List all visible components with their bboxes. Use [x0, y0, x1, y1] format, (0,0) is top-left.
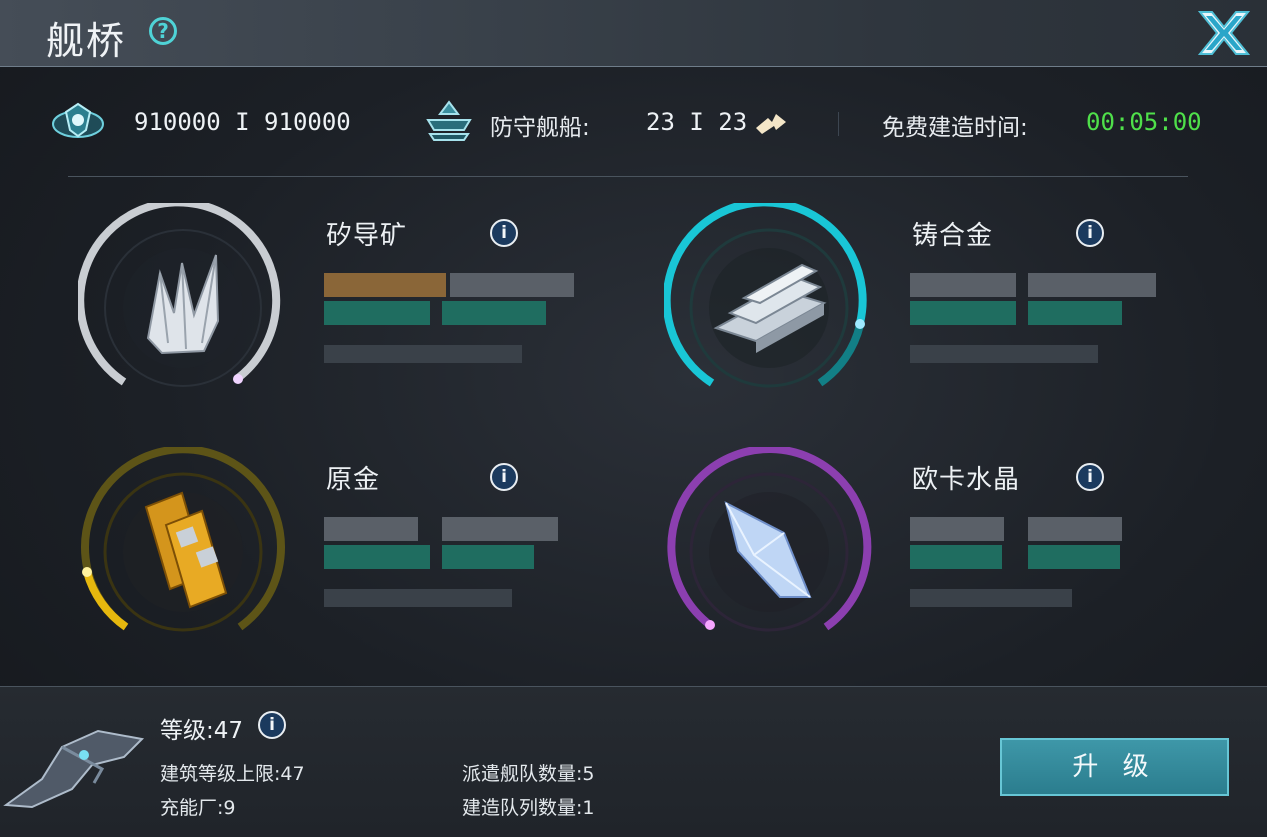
blurred-resource-info [324, 517, 594, 617]
arrow-right-icon[interactable] [754, 108, 788, 136]
building-level: 等级:47 [160, 718, 244, 744]
resource-name: 铸合金 [912, 221, 994, 251]
header-bar: 舰桥 ? [0, 0, 1267, 67]
footer-panel: 等级:47 i 建筑等级上限:47 派遣舰队数量:5 充能厂:9 建造队列数量:… [0, 686, 1267, 837]
defense-value: 23 I 23 [646, 108, 748, 136]
defense-label: 防守舰船: [490, 115, 590, 141]
crystal-progress-ring [667, 447, 872, 632]
building-cap: 建筑等级上限:47 [160, 763, 305, 785]
resource-name: 矽导矿 [326, 221, 408, 251]
resource-name: 原金 [326, 465, 381, 495]
close-x-icon [1197, 11, 1251, 55]
info-icon[interactable]: i [1076, 463, 1104, 491]
resource-card-ore: 矽导矿 i [78, 203, 638, 433]
free-build-timer: 00:05:00 [1086, 108, 1202, 136]
resource-card-crystal: 欧卡水晶 i [664, 447, 1224, 677]
free-build-label: 免费建造时间: [882, 115, 1028, 141]
ore-progress-ring [78, 203, 281, 387]
info-icon[interactable]: i [490, 219, 518, 247]
gold-progress-ring [81, 447, 285, 632]
page-title: 舰桥 [46, 19, 127, 63]
section-divider [68, 176, 1188, 177]
charge-factory: 充能厂:9 [160, 797, 236, 819]
blurred-resource-info [324, 273, 594, 373]
dispatch-fleets: 派遣舰队数量:5 [462, 763, 595, 785]
blurred-resource-info [910, 517, 1180, 617]
build-queue: 建造队列数量:1 [462, 797, 595, 819]
resource-card-gold: 原金 i [78, 447, 638, 677]
question-circle-icon[interactable]: ? [149, 17, 177, 45]
capacity-value: 910000 I 910000 [134, 108, 351, 136]
info-icon[interactable]: i [1076, 219, 1104, 247]
shield-emblem-icon [52, 102, 104, 138]
alloy-progress-ring [664, 203, 867, 388]
resource-card-alloy: 铸合金 i [664, 203, 1224, 433]
close-button[interactable] [1197, 10, 1251, 56]
info-icon[interactable]: i [490, 463, 518, 491]
defense-ship-icon [426, 100, 472, 141]
bridge-ship-icon [3, 729, 145, 809]
resource-name: 欧卡水晶 [912, 465, 1021, 495]
blurred-resource-info [910, 273, 1180, 373]
stats-divider [838, 112, 839, 136]
upgrade-button[interactable]: 升 级 [1000, 738, 1229, 796]
info-icon[interactable]: i [258, 711, 286, 739]
